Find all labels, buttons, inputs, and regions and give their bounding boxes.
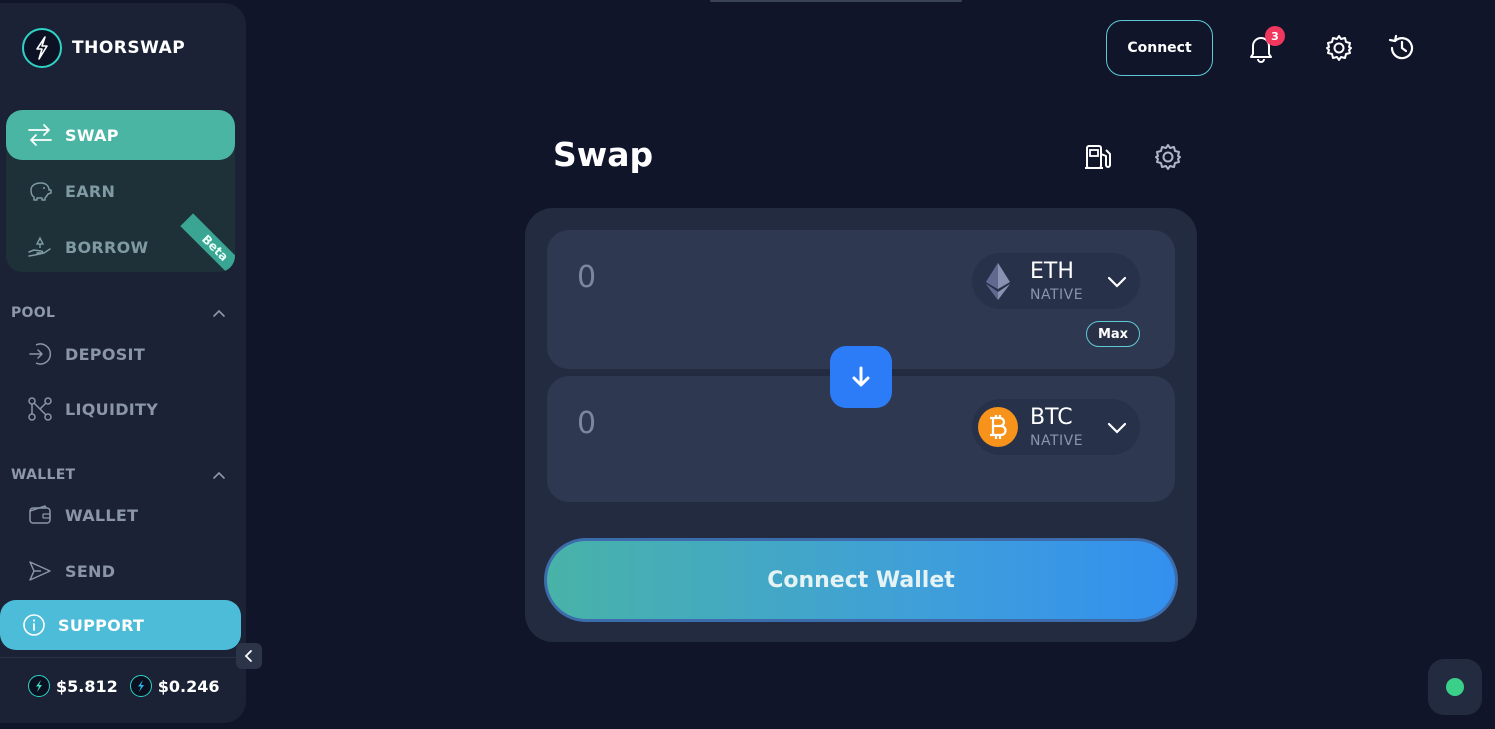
thor-price-value: $0.246 [157, 676, 220, 696]
settings-button[interactable] [1322, 31, 1356, 65]
network-status-widget[interactable] [1428, 659, 1482, 715]
swap-arrows-icon [28, 124, 52, 146]
brand-name: THORSWAP [72, 38, 186, 58]
section-title-wallet: WALLET [11, 467, 76, 483]
output-asset-selector[interactable]: BTC NATIVE [972, 399, 1140, 455]
btc-icon [978, 407, 1018, 447]
rune-icon [28, 675, 50, 697]
send-icon [29, 561, 51, 581]
rune-price: $5.812 [28, 675, 118, 697]
wallet-icon [29, 505, 51, 524]
swap-settings-button[interactable] [1152, 141, 1184, 173]
brand-logo[interactable]: THORSWAP [22, 28, 185, 68]
chevron-up-icon[interactable] [212, 308, 226, 318]
thor-price: $0.246 [129, 675, 220, 697]
sidebar-item-label: SEND [65, 561, 116, 581]
piggy-bank-icon [30, 182, 52, 201]
eth-icon [978, 261, 1018, 301]
history-icon [1388, 34, 1414, 60]
price-ticker: $5.812 $0.246 [28, 675, 220, 697]
gear-icon [1326, 35, 1352, 61]
sidebar-item-liquidity[interactable]: LIQUIDITY [27, 396, 158, 422]
chevron-down-icon [1107, 422, 1127, 434]
sidebar-item-label: EARN [65, 181, 116, 201]
collapse-sidebar-button[interactable] [236, 643, 262, 669]
sidebar-item-label: DEPOSIT [65, 344, 146, 364]
sidebar-divider [0, 657, 246, 658]
output-asset-symbol: BTC [1030, 404, 1073, 430]
gas-pump-icon [1085, 145, 1111, 169]
notification-badge: 3 [1265, 26, 1285, 46]
sidebar-item-label: WALLET [65, 505, 139, 525]
thor-icon [129, 675, 152, 697]
thorswap-logo-icon [22, 28, 62, 68]
sidebar-item-wallet[interactable]: WALLET [27, 503, 138, 527]
input-asset-chain: NATIVE [1030, 286, 1084, 303]
sidebar-item-send[interactable]: SEND [27, 559, 115, 583]
chevron-down-icon [1107, 276, 1127, 288]
connect-wallet-button[interactable]: Connect Wallet [544, 538, 1178, 622]
main-nav: SWAP EARN BORROW Beta [6, 110, 235, 272]
sidebar-item-label: SWAP [65, 125, 119, 145]
liquidity-icon [28, 397, 52, 421]
chevron-up-icon[interactable] [212, 470, 226, 480]
top-notch [710, 0, 962, 2]
connect-button[interactable]: Connect [1106, 20, 1213, 76]
gas-settings-button[interactable] [1082, 141, 1114, 173]
page-title: Swap [553, 135, 654, 174]
rune-price-value: $5.812 [56, 676, 118, 696]
sidebar-item-label: LIQUIDITY [65, 399, 159, 419]
status-online-indicator [1446, 678, 1464, 696]
arrow-down-icon [852, 366, 870, 387]
section-title-pool: POOL [11, 305, 56, 321]
notifications-button[interactable]: 3 [1244, 26, 1285, 65]
support-label: SUPPORT [58, 615, 145, 635]
sidebar-item-label: BORROW [65, 237, 149, 257]
hand-coin-icon [28, 236, 51, 257]
output-amount-field[interactable]: 0 [577, 406, 596, 441]
max-button[interactable]: Max [1086, 321, 1140, 347]
support-button[interactable]: SUPPORT [0, 600, 241, 650]
sidebar-item-earn[interactable]: EARN [6, 166, 235, 216]
sidebar: THORSWAP SWAP EARN BORROW Beta POOL DEPO… [0, 3, 246, 723]
sidebar-item-deposit[interactable]: DEPOSIT [27, 341, 145, 367]
flip-assets-button[interactable] [830, 346, 892, 408]
deposit-icon [29, 343, 52, 365]
input-asset-symbol: ETH [1030, 258, 1074, 284]
info-icon [23, 614, 45, 636]
output-asset-chain: NATIVE [1030, 432, 1084, 449]
gear-icon [1155, 144, 1181, 170]
swap-card: 0 ETH NATIVE Max 0 BTC NATIVE Connect Wa… [525, 208, 1197, 642]
sidebar-item-swap[interactable]: SWAP [6, 110, 235, 160]
input-amount-field[interactable]: 0 [577, 260, 596, 295]
input-asset-selector[interactable]: ETH NATIVE [972, 253, 1140, 309]
chevron-left-icon [244, 650, 252, 662]
history-button[interactable] [1385, 31, 1419, 65]
